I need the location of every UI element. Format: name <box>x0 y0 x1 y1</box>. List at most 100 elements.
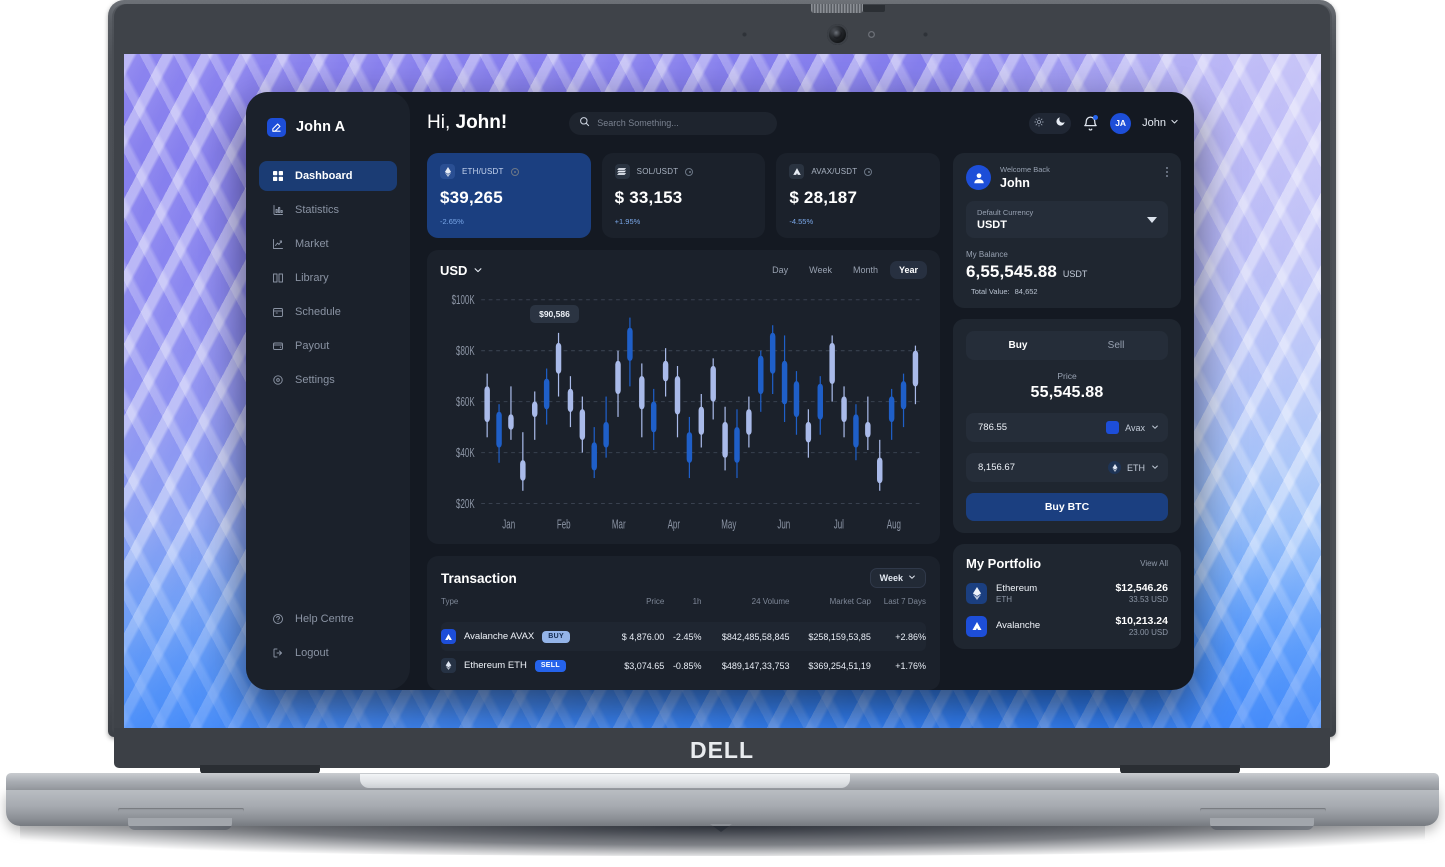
table-row[interactable]: Ethereum ETH SELL $3,074.65 -0.85% $489,… <box>441 651 926 680</box>
price-card-change: -2.65% <box>440 217 464 226</box>
laptop-vent-left <box>118 808 244 812</box>
chart-currency-select[interactable]: USD <box>440 263 483 278</box>
cell-market-cap: $258,159,53,85 <box>789 622 871 651</box>
chart-range-week[interactable]: Week <box>800 261 841 279</box>
portfolio-item-value: $10,213.24 <box>1115 615 1168 627</box>
user-avatar-icon <box>966 165 991 190</box>
list-item[interactable]: Ethereum ETH $12,546.26 33.53 USD <box>966 582 1168 604</box>
right-column: Welcome Back John Default Currency USDT <box>953 153 1181 690</box>
total-value-amount: 84,652 <box>1014 287 1038 296</box>
dashboard-columns: ETH/USDT $39,265 -2.65% SOL/USDT $ 33,15… <box>427 153 1181 690</box>
sensor-dot-left <box>742 32 747 37</box>
svg-text:Jun: Jun <box>777 518 790 532</box>
currency-label-eth: ETH <box>1127 462 1145 473</box>
default-currency-label: Default Currency <box>977 208 1034 217</box>
avalanche-icon <box>789 164 805 179</box>
status-badge: BUY <box>542 630 570 643</box>
ethereum-icon <box>1108 461 1121 474</box>
page-title: Hi, John! <box>427 112 507 134</box>
price-card-avax[interactable]: AVAX/USDT $ 28,187 -4.55% <box>776 153 941 238</box>
amount-input-avax[interactable] <box>978 422 1107 433</box>
col-market-cap: Market Cap <box>829 597 871 606</box>
transaction-header-row: Type Price 1h 24 Volume Market Cap Last … <box>441 597 926 622</box>
table-row[interactable]: Avalanche AVAX BUY $ 4,876.00 -2.45% $84… <box>441 622 926 651</box>
portfolio-item-sub: 23.00 USD <box>1128 628 1168 637</box>
tab-buy[interactable]: Buy <box>969 334 1067 357</box>
default-currency-select[interactable]: Default Currency USDT <box>966 201 1168 238</box>
sidebar-item-label: Statistics <box>295 204 340 216</box>
avatar[interactable]: JA <box>1110 112 1132 134</box>
gear-icon <box>271 374 284 387</box>
sidebar-item-market[interactable]: Market <box>259 229 397 259</box>
sidebar-item-logout[interactable]: Logout <box>259 638 397 668</box>
balance-row: 6,55,545.88 USDT <box>966 262 1168 282</box>
sidebar-item-payout[interactable]: Payout <box>259 331 397 361</box>
chart-range-year[interactable]: Year <box>889 261 927 279</box>
trade-card: Buy Sell Price 55,545.88 Avax <box>953 319 1181 533</box>
laptop-screen: John A Dashboard Statistics Market Libra… <box>124 54 1321 728</box>
ethereum-icon <box>440 164 455 179</box>
price-card-value: $ 33,153 <box>614 188 683 207</box>
cell-last-7: +2.86% <box>870 622 926 651</box>
edit-square-icon <box>267 117 286 137</box>
candlestick-svg: $100K $80K $60K $40K $20K Jan Feb Mar Apr May Jun J… <box>452 293 922 532</box>
amount-field-avax[interactable]: Avax <box>966 413 1168 442</box>
sidebar-item-statistics[interactable]: Statistics <box>259 195 397 225</box>
tab-sell[interactable]: Sell <box>1067 334 1165 357</box>
sidebar-item-schedule[interactable]: Schedule <box>259 297 397 327</box>
currency-select-eth[interactable]: ETH <box>1108 461 1159 474</box>
sidebar-item-library[interactable]: Library <box>259 263 397 293</box>
book-icon <box>271 272 284 285</box>
user-menu[interactable]: John <box>1142 117 1179 129</box>
sidebar: John A Dashboard Statistics Market Libra… <box>246 92 410 690</box>
svg-text:Mar: Mar <box>612 518 626 532</box>
transaction-range-select[interactable]: Week <box>869 568 926 588</box>
sidebar-item-dashboard[interactable]: Dashboard <box>259 161 397 191</box>
price-card-sol[interactable]: SOL/USDT $ 33,153 +1.95% <box>601 153 766 238</box>
cell-volume: $489,147,33,753 <box>721 660 790 671</box>
chart-currency-label: USD <box>440 262 468 278</box>
sidebar-item-help-centre[interactable]: Help Centre <box>259 604 397 634</box>
chart-range-month[interactable]: Month <box>844 261 887 279</box>
chart-range-day[interactable]: Day <box>763 261 797 279</box>
sidebar-item-settings[interactable]: Settings <box>259 365 397 395</box>
greeting-prefix: Hi, <box>427 112 456 133</box>
col-type: Type <box>441 597 459 606</box>
candlestick-plot: $100K $80K $60K $40K $20K Jan Feb Mar Apr May Jun J… <box>440 285 927 536</box>
search-box[interactable] <box>569 111 778 135</box>
chevron-down-icon <box>1151 423 1159 433</box>
buy-btc-button[interactable]: Buy BTC <box>966 493 1168 521</box>
search-input[interactable] <box>597 118 768 128</box>
price-card-eth[interactable]: ETH/USDT $39,265 -2.65% <box>427 153 591 238</box>
welcome-label: Welcome Back <box>1000 165 1050 174</box>
price-card-pair: SOL/USDT <box>636 167 679 176</box>
svg-text:Feb: Feb <box>557 518 571 532</box>
price-chart-card: USD Day Week Month Year $100K $80K $60K … <box>427 250 940 544</box>
svg-text:$80K: $80K <box>456 344 475 358</box>
chevron-down-icon <box>473 263 483 278</box>
sidebar-item-label: Library <box>295 272 329 284</box>
trade-price-value: 55,545.88 <box>1030 384 1104 401</box>
chart-tooltip: $90,586 <box>530 305 579 324</box>
portfolio-view-all-link[interactable]: View All <box>1140 559 1168 568</box>
amount-input-eth[interactable] <box>978 462 1108 473</box>
currency-select-avax[interactable]: Avax <box>1106 421 1159 434</box>
sidebar-item-label: Logout <box>295 647 329 659</box>
list-item[interactable]: Avalanche $10,213.24 23.00 USD <box>966 615 1168 637</box>
lid-latch-tab <box>863 5 885 12</box>
wallet-icon <box>271 340 284 353</box>
transaction-table: Type Price 1h 24 Volume Market Cap Last … <box>441 597 926 680</box>
theme-toggle[interactable] <box>1029 112 1072 134</box>
info-icon <box>685 167 694 176</box>
notifications-button[interactable] <box>1082 114 1099 132</box>
portfolio-card: My Portfolio View All Ethereum ETH $12,5… <box>953 544 1181 649</box>
sidebar-item-label: Help Centre <box>295 613 354 625</box>
question-circle-icon <box>271 613 284 626</box>
laptop-vent-right <box>1200 808 1326 812</box>
grid-icon <box>271 170 284 183</box>
chevron-down-icon <box>1151 463 1159 473</box>
amount-field-eth[interactable]: ETH <box>966 453 1168 482</box>
welcome-name: John <box>1000 176 1030 190</box>
more-options-icon[interactable] <box>1166 165 1168 177</box>
portfolio-header: My Portfolio View All <box>966 556 1168 571</box>
